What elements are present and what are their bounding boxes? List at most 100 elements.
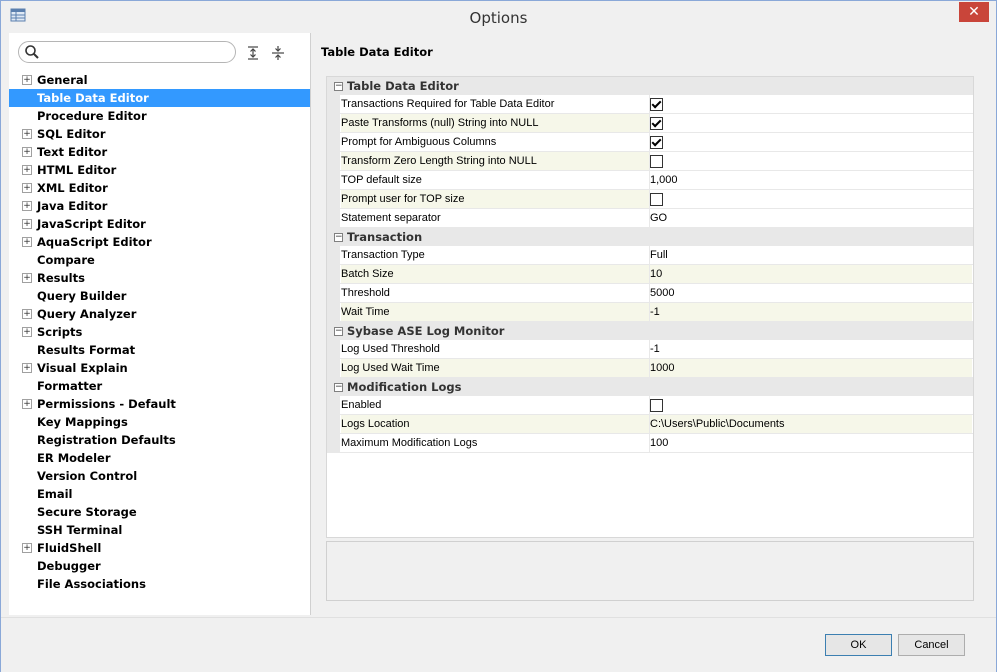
tree-item[interactable]: Secure Storage bbox=[9, 503, 310, 521]
tree-item[interactable]: + Text Editor bbox=[9, 143, 310, 161]
expand-icon[interactable]: + bbox=[22, 309, 32, 319]
expand-icon[interactable]: + bbox=[22, 327, 32, 337]
row-gutter bbox=[327, 133, 340, 151]
row-gutter bbox=[327, 152, 340, 170]
section-title: Transaction bbox=[347, 230, 423, 244]
tree-item-label: FluidShell bbox=[37, 541, 102, 555]
tree-item[interactable]: + Results bbox=[9, 269, 310, 287]
expand-icon[interactable]: + bbox=[22, 165, 32, 175]
expand-icon[interactable]: + bbox=[22, 75, 32, 85]
collapse-all-icon[interactable] bbox=[270, 45, 286, 61]
property-name: Transactions Required for Table Data Edi… bbox=[341, 95, 650, 113]
property-value[interactable]: -1 bbox=[650, 340, 972, 358]
property-row: Threshold 5000 bbox=[327, 284, 973, 303]
tree-item[interactable]: Procedure Editor bbox=[9, 107, 310, 125]
ok-button[interactable]: OK bbox=[825, 634, 892, 656]
property-grid: − Table Data Editor Transactions Required … bbox=[326, 76, 974, 538]
close-button[interactable]: ✕ bbox=[959, 2, 989, 22]
tree-item-label: Secure Storage bbox=[37, 505, 137, 519]
property-value[interactable]: 10 bbox=[650, 265, 972, 283]
tree-item[interactable]: Registration Defaults bbox=[9, 431, 310, 449]
tree-item[interactable]: + Scripts bbox=[9, 323, 310, 341]
tree-item[interactable]: Debugger bbox=[9, 557, 310, 575]
collapse-icon[interactable]: − bbox=[334, 82, 343, 91]
tree-item[interactable]: Email bbox=[9, 485, 310, 503]
expand-icon[interactable]: + bbox=[22, 399, 32, 409]
cancel-button[interactable]: Cancel bbox=[898, 634, 965, 656]
property-value[interactable]: 5000 bbox=[650, 284, 972, 302]
collapse-icon[interactable]: − bbox=[334, 233, 343, 242]
tree-item[interactable]: Query Builder bbox=[9, 287, 310, 305]
tree-item[interactable]: Key Mappings bbox=[9, 413, 310, 431]
property-name: Statement separator bbox=[341, 209, 650, 227]
tree-item[interactable]: + Query Analyzer bbox=[9, 305, 310, 323]
property-value[interactable]: C:\Users\Public\Documents bbox=[650, 415, 972, 433]
tree-item[interactable]: Formatter bbox=[9, 377, 310, 395]
section-header[interactable]: − Sybase ASE Log Monitor bbox=[327, 322, 973, 340]
expand-icon[interactable]: + bbox=[22, 363, 32, 373]
expand-icon[interactable]: + bbox=[22, 543, 32, 553]
checkbox[interactable] bbox=[650, 136, 663, 149]
button-bar: OK Cancel bbox=[1, 617, 996, 672]
search-input[interactable] bbox=[43, 44, 232, 60]
expand-icon[interactable]: + bbox=[22, 201, 32, 211]
row-gutter bbox=[327, 303, 340, 321]
property-value[interactable]: 1000 bbox=[650, 359, 972, 377]
property-value[interactable]: GO bbox=[650, 209, 972, 227]
checkbox[interactable] bbox=[650, 399, 663, 412]
expand-icon[interactable]: + bbox=[22, 219, 32, 229]
tree-item[interactable]: + XML Editor bbox=[9, 179, 310, 197]
checkbox[interactable] bbox=[650, 155, 663, 168]
tree-item-label: File Associations bbox=[37, 577, 146, 591]
tree-item[interactable]: + General bbox=[9, 71, 310, 89]
section-header[interactable]: − Table Data Editor bbox=[327, 77, 973, 95]
tree-item-label: Results bbox=[37, 271, 85, 285]
options-dialog: Options ✕ + General Table Data Editor Proce… bbox=[0, 0, 997, 672]
checkbox[interactable] bbox=[650, 117, 663, 130]
expand-icon[interactable]: + bbox=[22, 183, 32, 193]
tree-item-label: SQL Editor bbox=[37, 127, 106, 141]
tree-item[interactable]: + FluidShell bbox=[9, 539, 310, 557]
tree-item-label: Scripts bbox=[37, 325, 83, 339]
expand-icon[interactable]: + bbox=[22, 237, 32, 247]
property-value[interactable]: -1 bbox=[650, 303, 972, 321]
property-name: Enabled bbox=[341, 396, 650, 414]
section-header[interactable]: − Transaction bbox=[327, 228, 973, 246]
tree-item[interactable]: + Java Editor bbox=[9, 197, 310, 215]
tree-item[interactable]: + HTML Editor bbox=[9, 161, 310, 179]
expand-icon[interactable]: + bbox=[22, 147, 32, 157]
tree-item[interactable]: + JavaScript Editor bbox=[9, 215, 310, 233]
expand-icon[interactable]: + bbox=[22, 129, 32, 139]
tree-item-label: Text Editor bbox=[37, 145, 108, 159]
property-row: Transform Zero Length String into NULL bbox=[327, 152, 973, 171]
expand-icon[interactable]: + bbox=[22, 273, 32, 283]
collapse-icon[interactable]: − bbox=[334, 327, 343, 336]
tree-item[interactable]: + Permissions - Default bbox=[9, 395, 310, 413]
row-gutter bbox=[327, 114, 340, 132]
tree-item[interactable]: Version Control bbox=[9, 467, 310, 485]
property-row: Wait Time -1 bbox=[327, 303, 973, 322]
property-value[interactable]: 100 bbox=[650, 434, 972, 452]
property-value[interactable]: 1,000 bbox=[650, 171, 972, 189]
tree-item[interactable]: Results Format bbox=[9, 341, 310, 359]
tree-item[interactable]: + SQL Editor bbox=[9, 125, 310, 143]
property-value[interactable]: Full bbox=[650, 246, 972, 264]
search-box[interactable] bbox=[18, 41, 236, 63]
tree-item[interactable]: + Visual Explain bbox=[9, 359, 310, 377]
options-tree: + General Table Data Editor Procedure Edito… bbox=[9, 71, 310, 593]
collapse-icon[interactable]: − bbox=[334, 383, 343, 392]
tree-item-label: Java Editor bbox=[37, 199, 108, 213]
tree-item[interactable]: SSH Terminal bbox=[9, 521, 310, 539]
tree-item[interactable]: File Associations bbox=[9, 575, 310, 593]
tree-item[interactable]: Table Data Editor bbox=[9, 89, 310, 107]
tree-item[interactable]: + AquaScript Editor bbox=[9, 233, 310, 251]
tree-item[interactable]: Compare bbox=[9, 251, 310, 269]
property-name: Log Used Wait Time bbox=[341, 359, 650, 377]
tree-item[interactable]: ER Modeler bbox=[9, 449, 310, 467]
section-header[interactable]: − Modification Logs bbox=[327, 378, 973, 396]
checkbox[interactable] bbox=[650, 193, 663, 206]
property-name: Batch Size bbox=[341, 265, 650, 283]
property-name: Prompt for Ambiguous Columns bbox=[341, 133, 650, 151]
checkbox[interactable] bbox=[650, 98, 663, 111]
expand-all-icon[interactable] bbox=[245, 45, 261, 61]
